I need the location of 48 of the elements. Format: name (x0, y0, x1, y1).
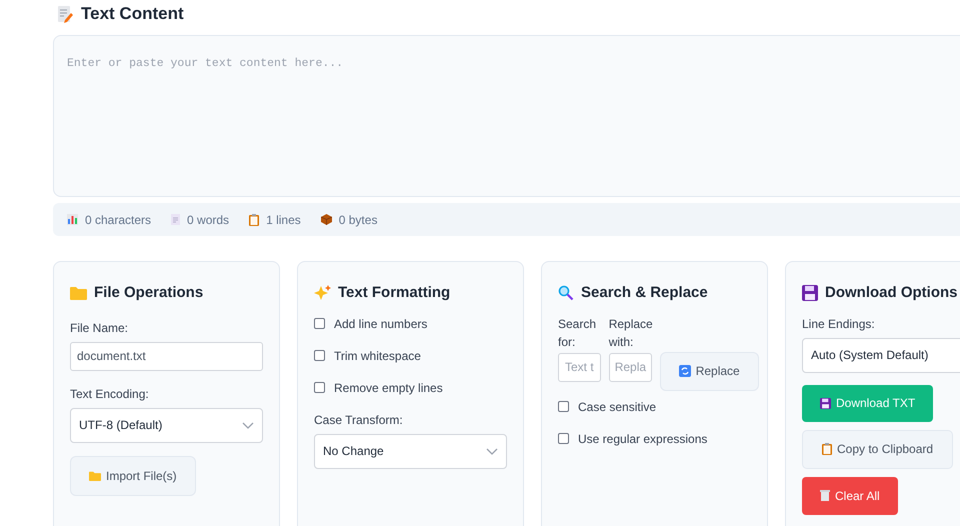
checkbox-label: Case sensitive (578, 398, 656, 416)
search-icon (558, 285, 574, 302)
trash-icon (820, 490, 830, 501)
checkbox[interactable] (558, 401, 569, 412)
card-title: Search & Replace (581, 283, 708, 303)
editor-placeholder: Enter or paste your text content here... (67, 57, 344, 70)
memo-icon (57, 4, 73, 22)
file-name-field[interactable]: document.txt (70, 342, 263, 370)
replace-button[interactable]: Replace (660, 352, 759, 390)
bar-chart-icon (67, 214, 78, 225)
package-icon (320, 214, 332, 225)
field-label: Text Encoding: (70, 386, 150, 402)
field-label: Case Transform: (314, 412, 404, 428)
field-label: Replace with: (608, 316, 652, 350)
checkbox-label: Add line numbers (334, 316, 428, 332)
copy-button[interactable]: Copy to Clipboard (802, 430, 954, 468)
checkbox-label: Trim whitespace (334, 348, 421, 364)
stat-text: 0 words (187, 212, 230, 228)
field-label: Search for: (558, 316, 598, 350)
checkbox[interactable] (558, 433, 569, 444)
chevron-down-icon (486, 448, 498, 454)
stat-text: 0 characters (85, 212, 152, 228)
card-title: Text Formatting (338, 283, 450, 303)
field-label: Line Endings: (802, 316, 876, 332)
import-button[interactable]: Import File(s) (70, 456, 196, 496)
stat-text: 1 lines (266, 212, 301, 228)
folder-icon (89, 470, 101, 480)
stat-text: 0 bytes (338, 212, 378, 228)
checkbox[interactable] (314, 318, 325, 329)
checkbox[interactable] (314, 350, 325, 361)
folder-icon (70, 286, 87, 300)
refresh-icon (678, 365, 691, 377)
case-transform-select[interactable]: No Change (314, 434, 507, 468)
section-heading: Text Content (81, 2, 184, 25)
encoding-select[interactable]: UTF-8 (Default) (70, 408, 263, 442)
chevron-down-icon (242, 422, 254, 428)
page-icon (171, 214, 180, 225)
clear-button[interactable]: Clear All (802, 476, 898, 514)
field-label: File Name: (70, 320, 130, 336)
checkbox[interactable] (314, 382, 325, 393)
checkbox-label: Use regular expressions (578, 430, 708, 448)
clipboard-icon (822, 443, 832, 455)
checkbox-label: Remove empty lines (334, 380, 443, 396)
card-title: Download Options (825, 283, 958, 303)
card-title: File Operations (94, 283, 204, 303)
clipboard-icon (249, 214, 260, 226)
line-endings-select[interactable]: Auto (System Default) (802, 338, 960, 372)
sparkles-icon (314, 285, 331, 302)
